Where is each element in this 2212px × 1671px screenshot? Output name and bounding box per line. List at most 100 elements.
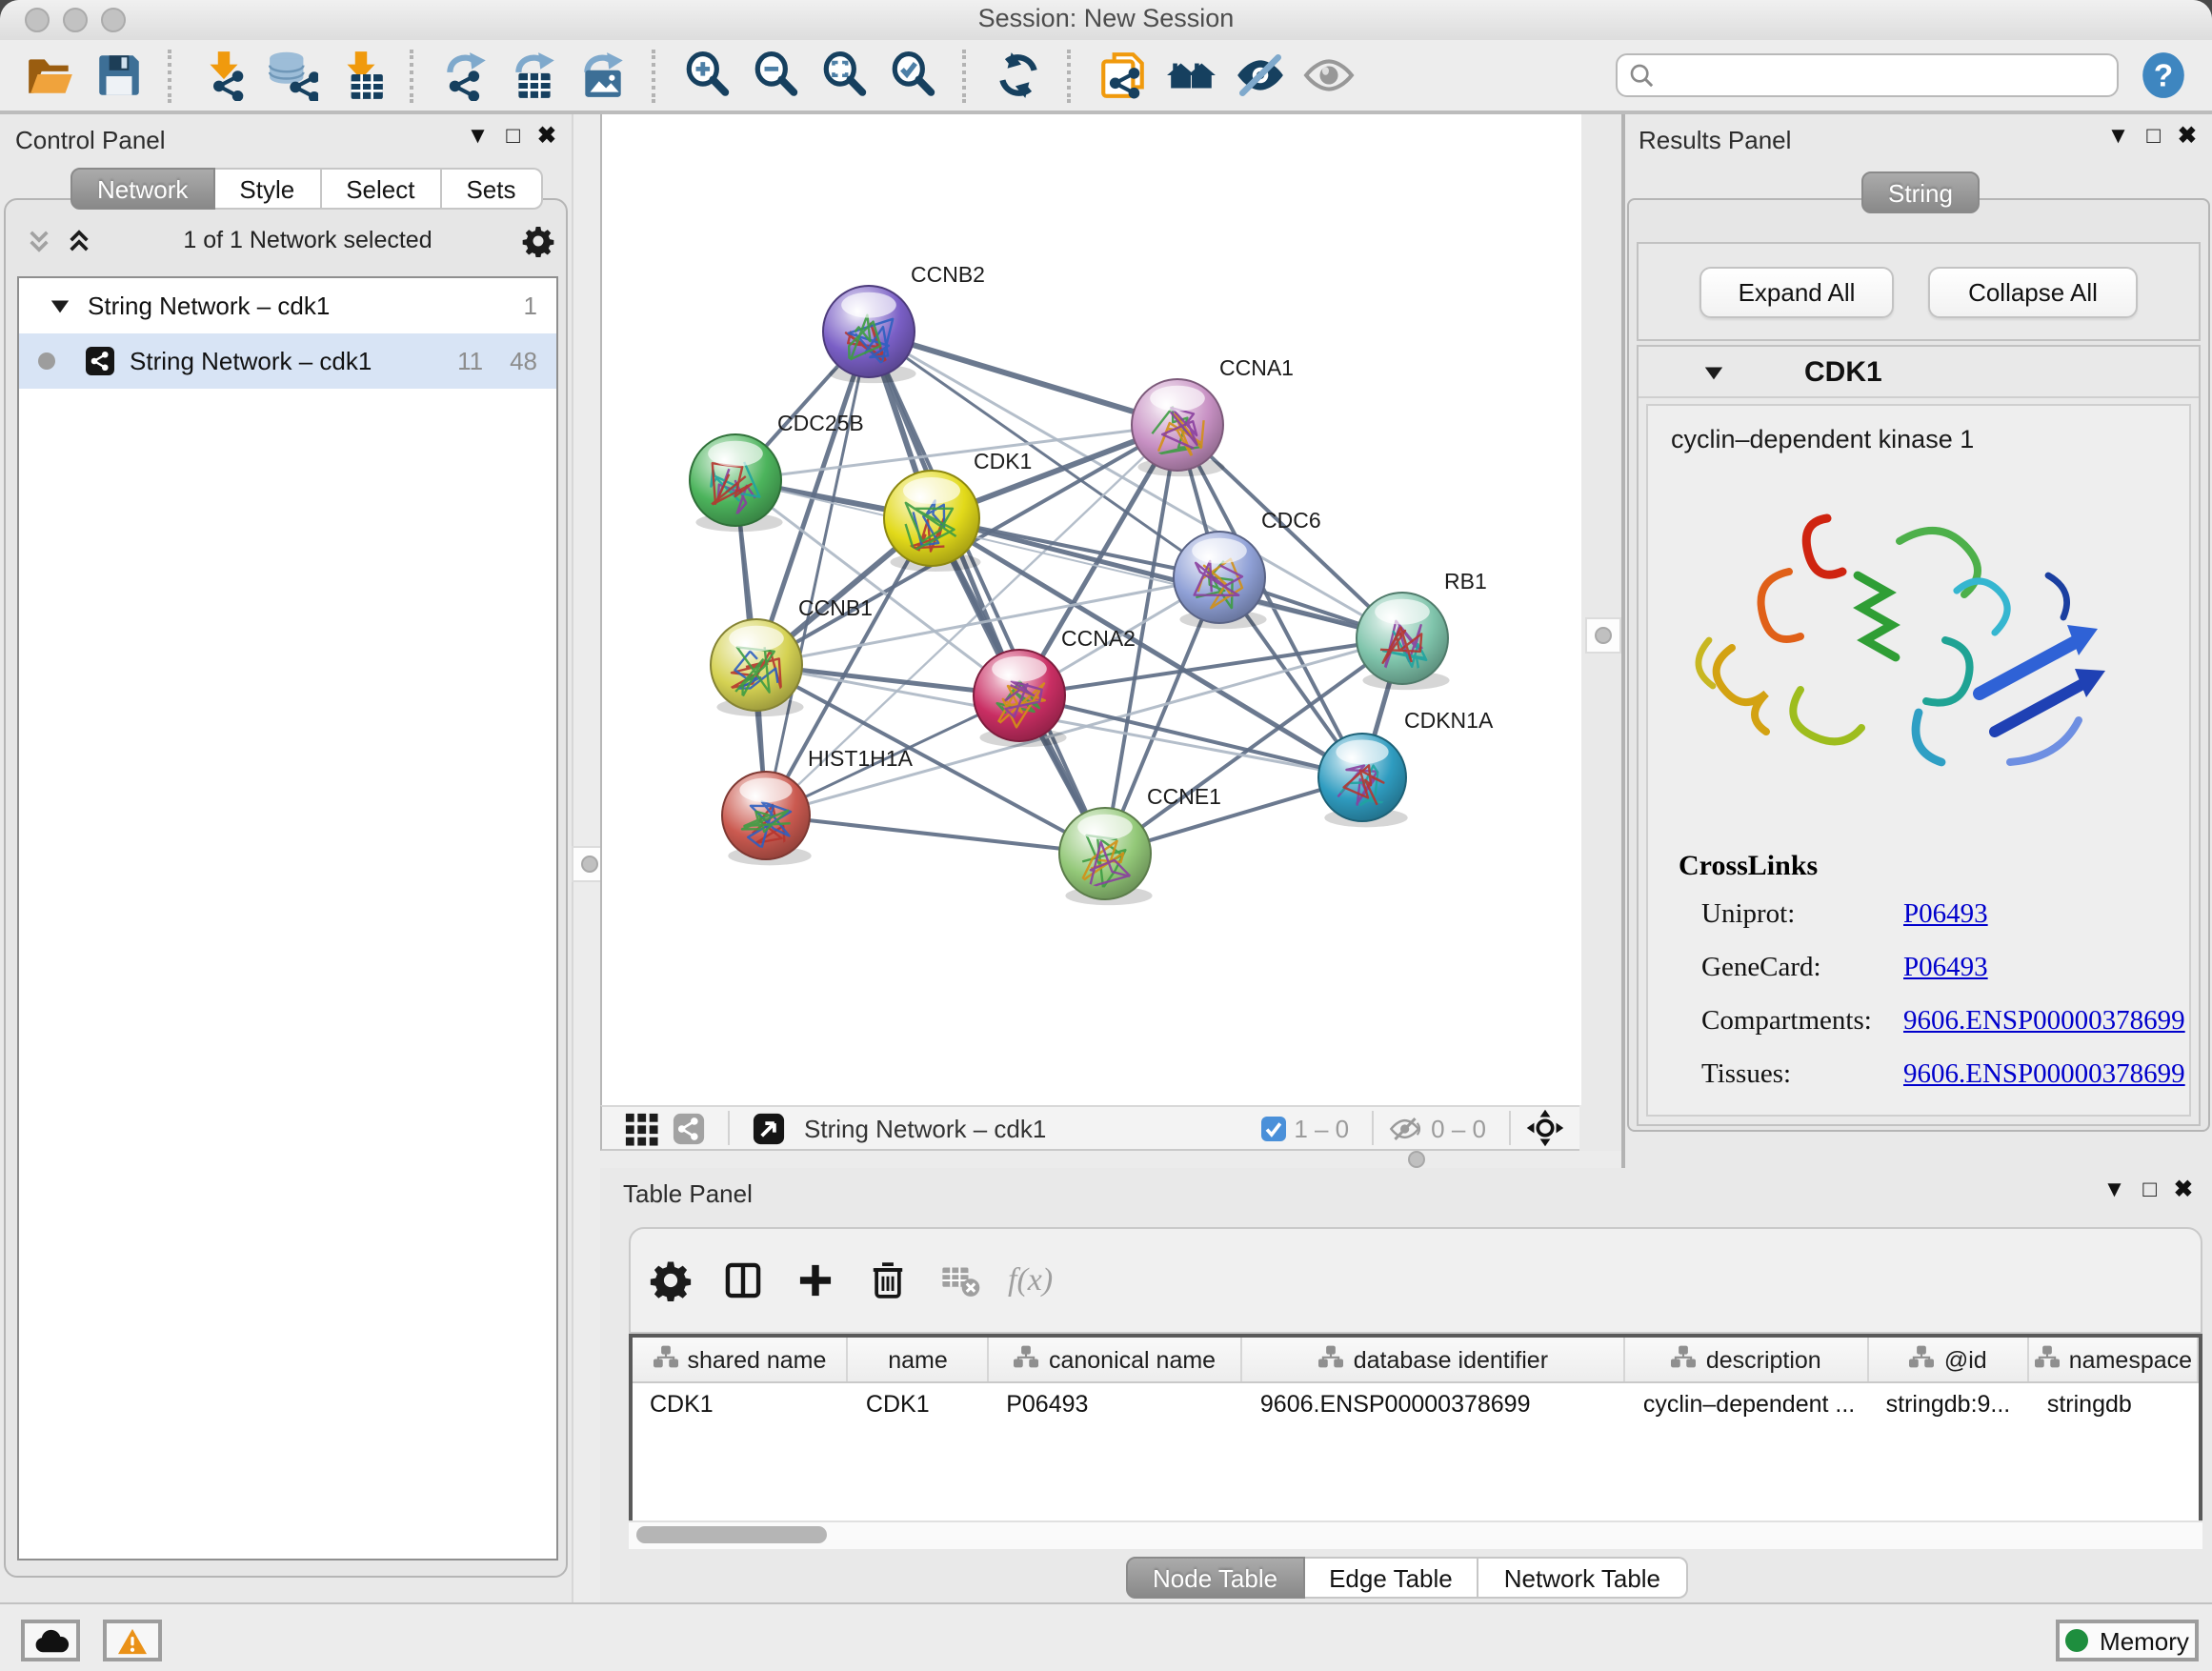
node-CDK1[interactable] — [884, 471, 981, 572]
warning-status-button[interactable] — [103, 1620, 162, 1661]
collapse-triangle-icon[interactable] — [50, 295, 70, 316]
open-session-icon[interactable] — [21, 47, 78, 104]
undock-panel-icon[interactable]: □ — [2142, 1176, 2157, 1202]
tab-node-table[interactable]: Node Table — [1126, 1557, 1304, 1599]
table-row[interactable]: CDK1CDK1P064939606.ENSP00000378699cyclin… — [633, 1383, 2199, 1425]
save-session-icon[interactable] — [90, 47, 147, 104]
node-CDKN1A[interactable] — [1318, 734, 1408, 827]
crosslink-link[interactable]: 9606.ENSP00000378699 — [1903, 1058, 2185, 1091]
gear-icon[interactable] — [650, 1259, 692, 1301]
grid-view-icon[interactable] — [623, 1110, 659, 1146]
column-header-description[interactable]: description — [1626, 1338, 1869, 1381]
edge-CCNB2-HIST1H1A[interactable] — [766, 332, 869, 815]
column-header-canonical-name[interactable]: canonical name — [989, 1338, 1243, 1381]
zoom-out-icon[interactable] — [747, 47, 804, 104]
tab-network[interactable]: Network — [70, 168, 214, 210]
entry-header[interactable]: CDK1 — [1639, 347, 2199, 398]
float-panel-icon[interactable]: ▼ — [2107, 122, 2130, 149]
pan-crosshair-icon[interactable] — [1526, 1109, 1564, 1147]
selected-checkbox-icon[interactable] — [1261, 1116, 1286, 1140]
collapse-all-button[interactable]: Collapse All — [1928, 266, 2138, 317]
table-cell[interactable]: stringdb — [2030, 1383, 2199, 1425]
column-header-database-identifier[interactable]: database identifier — [1243, 1338, 1626, 1381]
float-panel-icon[interactable]: ▼ — [2103, 1176, 2126, 1202]
tab-string[interactable]: String — [1861, 171, 1980, 213]
table-cell[interactable]: CDK1 — [849, 1383, 989, 1425]
left-splitter[interactable] — [572, 114, 602, 1602]
node-CCNE1[interactable] — [1059, 808, 1153, 905]
column-header-namespace[interactable]: namespace — [2030, 1338, 2199, 1381]
crosslink-link[interactable]: P06493 — [1903, 898, 1988, 931]
table-cell[interactable]: P06493 — [989, 1383, 1243, 1425]
crosslink-link[interactable]: P06493 — [1903, 1112, 1988, 1117]
node-CDC6[interactable] — [1174, 532, 1267, 629]
network-canvas[interactable]: CCNB2CCNA1CDC25BCDK1CDC6RB1CCNB1CCNA2CDK… — [600, 114, 1581, 1105]
right-splitter-handle[interactable] — [1585, 617, 1621, 654]
add-column-icon[interactable] — [794, 1259, 836, 1301]
node-CCNB2[interactable] — [823, 286, 916, 383]
tab-sets[interactable]: Sets — [441, 168, 542, 210]
zoom-fit-icon[interactable] — [815, 47, 873, 104]
node-CCNA1[interactable] — [1132, 379, 1225, 476]
column-header-shared-name[interactable]: shared name — [633, 1338, 849, 1381]
node-table[interactable]: shared namenamecanonical namedatabase id… — [629, 1334, 2202, 1547]
node-CCNA2[interactable] — [974, 650, 1067, 747]
cloud-status-button[interactable] — [21, 1620, 80, 1661]
memory-button[interactable]: Memory — [2056, 1620, 2199, 1661]
table-cell[interactable]: 9606.ENSP00000378699 — [1243, 1383, 1626, 1425]
export-table-icon[interactable] — [505, 47, 562, 104]
import-network-icon[interactable] — [194, 47, 251, 104]
edge-HIST1H1A-CCNE1[interactable] — [766, 815, 1105, 854]
share-network-icon[interactable] — [671, 1110, 707, 1146]
import-table-icon[interactable] — [332, 47, 389, 104]
edge-CCNB2-CCNA1[interactable] — [869, 332, 1177, 425]
node-CCNB1[interactable] — [711, 619, 804, 716]
export-image-icon[interactable] — [573, 47, 631, 104]
close-panel-icon[interactable]: ✖ — [537, 122, 556, 149]
table-horizontal-scrollbar[interactable] — [629, 1520, 2202, 1549]
node-HIST1H1A[interactable] — [722, 772, 812, 865]
search-input[interactable] — [1654, 60, 2105, 91]
network-row-selected[interactable]: String Network – cdk1 11 48 — [19, 333, 556, 389]
edge-CDK1-RB1[interactable] — [932, 518, 1402, 638]
expand-all-button[interactable]: Expand All — [1699, 266, 1894, 317]
table-cell[interactable]: cyclin–dependent ... — [1626, 1383, 1869, 1425]
export-network-icon[interactable] — [436, 47, 493, 104]
crosslink-link[interactable]: 9606.ENSP00000378699 — [1903, 1005, 2185, 1037]
column-header-name[interactable]: name — [849, 1338, 989, 1381]
table-cell[interactable]: stringdb:9... — [1869, 1383, 2030, 1425]
delete-column-icon[interactable] — [867, 1259, 909, 1301]
refresh-view-icon[interactable] — [989, 47, 1046, 104]
close-panel-icon[interactable]: ✖ — [2174, 1176, 2193, 1202]
undock-panel-icon[interactable]: □ — [506, 122, 520, 149]
tab-network-table[interactable]: Network Table — [1479, 1557, 1687, 1599]
column-header-@id[interactable]: @id — [1869, 1338, 2030, 1381]
crosslink-link[interactable]: P06493 — [1903, 952, 1988, 984]
table-cell[interactable]: CDK1 — [633, 1383, 849, 1425]
split-columns-icon[interactable] — [722, 1259, 764, 1301]
collapse-all-icon[interactable] — [25, 226, 53, 254]
scrollbar-thumb[interactable] — [636, 1526, 827, 1543]
network-collection-row[interactable]: String Network – cdk1 1 — [19, 278, 556, 333]
expand-all-icon[interactable] — [65, 226, 93, 254]
close-panel-icon[interactable]: ✖ — [2178, 122, 2197, 149]
edge-CCNB2-CCNE1[interactable] — [869, 332, 1105, 854]
zoom-selected-icon[interactable] — [884, 47, 941, 104]
float-panel-icon[interactable]: ▼ — [467, 122, 490, 149]
node-RB1[interactable] — [1357, 593, 1450, 690]
clone-network-icon[interactable] — [1094, 47, 1151, 104]
undock-panel-icon[interactable]: □ — [2146, 122, 2161, 149]
network-graph[interactable]: CCNB2CCNA1CDC25BCDK1CDC6RB1CCNB1CCNA2CDK… — [602, 114, 1581, 1105]
import-database-icon[interactable] — [263, 47, 320, 104]
gear-icon[interactable] — [522, 224, 554, 256]
horizontal-splitter-handle[interactable] — [1408, 1151, 1425, 1168]
tab-select[interactable]: Select — [321, 168, 441, 210]
hide-graphics-details-icon[interactable] — [1231, 47, 1288, 104]
search-box[interactable] — [1616, 53, 2119, 97]
collapse-triangle-icon[interactable] — [1703, 361, 1724, 382]
tab-edge-table[interactable]: Edge Table — [1304, 1557, 1479, 1599]
zoom-in-icon[interactable] — [678, 47, 735, 104]
birds-eye-view-icon[interactable] — [751, 1110, 787, 1146]
first-neighbors-icon[interactable] — [1162, 47, 1219, 104]
node-CDC25B[interactable] — [690, 434, 783, 532]
